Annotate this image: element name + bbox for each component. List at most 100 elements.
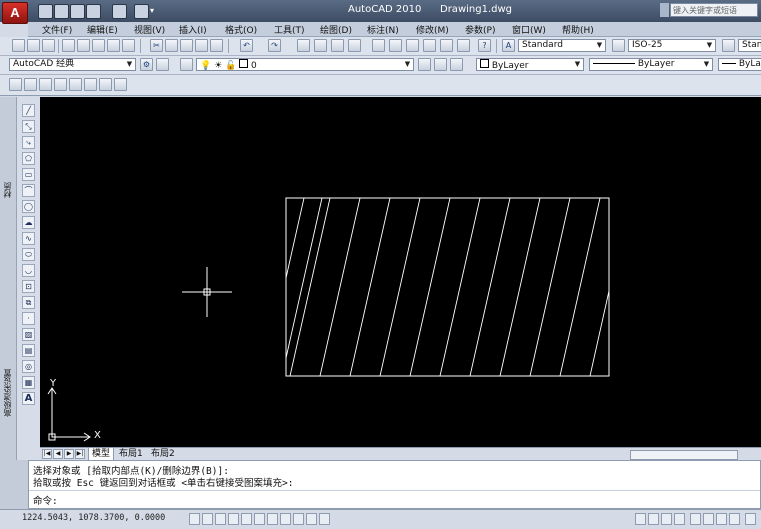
showmotion-icon[interactable]	[729, 513, 740, 525]
menu-insert[interactable]: 插入(I)	[179, 23, 207, 36]
open-file-icon[interactable]	[54, 4, 69, 19]
gradient-icon[interactable]: ▤	[22, 344, 35, 357]
open-icon[interactable]	[27, 39, 40, 52]
zoom-status-icon[interactable]	[703, 513, 714, 525]
menu-window[interactable]: 窗口(W)	[512, 23, 546, 36]
dim-style-icon[interactable]	[612, 39, 625, 52]
properties-icon[interactable]	[372, 39, 385, 52]
table-style-icon[interactable]	[722, 39, 735, 52]
quick-view-layouts-icon[interactable]	[661, 513, 672, 525]
tab-layout1[interactable]: 布局1	[116, 448, 146, 460]
new-file-icon[interactable]	[38, 4, 53, 19]
pan-status-icon[interactable]	[690, 513, 701, 525]
window-control-button[interactable]	[660, 3, 669, 17]
workspace-select[interactable]: AutoCAD 经典 ▼	[9, 58, 136, 71]
paste-icon[interactable]	[180, 39, 193, 52]
sheet-set-icon[interactable]	[423, 39, 436, 52]
polygon-icon[interactable]: ⬠	[22, 152, 35, 165]
zoom-realtime-icon[interactable]	[314, 39, 327, 52]
3d-dwf-icon[interactable]	[107, 39, 120, 52]
hatch-pattern[interactable]	[285, 197, 610, 377]
bottom-view-icon[interactable]	[39, 78, 52, 91]
menu-modify[interactable]: 修改(M)	[416, 23, 449, 36]
zoom-previous-icon[interactable]	[348, 39, 361, 52]
help-icon[interactable]: ?	[478, 39, 491, 52]
markup-manager-icon[interactable]	[440, 39, 453, 52]
front-view-icon[interactable]	[84, 78, 97, 91]
dim-style-select[interactable]: ISO-25 ▼	[628, 39, 716, 52]
iso-view-icon[interactable]	[114, 78, 127, 91]
3d-object-snap-icon[interactable]	[267, 513, 278, 525]
workspace-settings-icon[interactable]: ⚙	[140, 58, 153, 71]
block-editor-icon[interactable]	[210, 39, 223, 52]
design-center-icon[interactable]	[389, 39, 402, 52]
undo-icon[interactable]	[86, 4, 101, 19]
ellipse-arc-icon[interactable]: ◡	[22, 264, 35, 277]
first-tab-icon[interactable]: |◀	[42, 449, 52, 459]
publish-icon[interactable]	[92, 39, 105, 52]
construction-line-icon[interactable]: ⤡	[22, 120, 35, 133]
pan-icon[interactable]	[297, 39, 310, 52]
object-snap-tracking-icon[interactable]	[280, 513, 291, 525]
dynamic-ucs-icon[interactable]	[293, 513, 304, 525]
make-object-layer-current-icon[interactable]	[418, 58, 431, 71]
region-icon[interactable]: ◎	[22, 360, 35, 373]
table-style-select[interactable]: Stan	[738, 39, 761, 52]
hatch-boundary-rectangle[interactable]	[285, 197, 610, 377]
menu-edit[interactable]: 编辑(E)	[87, 23, 118, 36]
arc-icon[interactable]: ⌒	[22, 184, 35, 197]
dynamic-input-icon[interactable]	[306, 513, 317, 525]
menu-help[interactable]: 帮助(H)	[562, 23, 594, 36]
model-space-icon[interactable]	[635, 513, 646, 525]
line-icon[interactable]: ╱	[22, 104, 35, 117]
polar-tracking-icon[interactable]	[241, 513, 252, 525]
quick-access-dropdown-icon[interactable]: ▾	[150, 6, 154, 15]
lineweight-select[interactable]: ByLa	[718, 58, 761, 71]
layer-select[interactable]: 💡 ☀ 🔓 0 ▼	[196, 58, 414, 71]
back-view-icon[interactable]	[99, 78, 112, 91]
insert-block-icon[interactable]: ⊡	[22, 280, 35, 293]
layer-previous-icon[interactable]	[434, 58, 447, 71]
make-block-icon[interactable]: ⧉	[22, 296, 35, 309]
redo-icon[interactable]: ↷	[268, 39, 281, 52]
rectangle-icon[interactable]: ▭	[22, 168, 35, 181]
tool-palettes-icon[interactable]	[406, 39, 419, 52]
ellipse-icon[interactable]: ⬭	[22, 248, 35, 261]
spline-icon[interactable]: ∿	[22, 232, 35, 245]
top-view-icon[interactable]	[24, 78, 37, 91]
cut-icon[interactable]: ✂	[150, 39, 163, 52]
last-tab-icon[interactable]: ▶|	[75, 449, 85, 459]
plot-preview-icon[interactable]	[77, 39, 90, 52]
layout-icon[interactable]	[648, 513, 659, 525]
color-select[interactable]: ByLayer ▼	[476, 58, 584, 71]
layer-state-icon[interactable]	[450, 58, 463, 71]
print-icon[interactable]	[134, 4, 149, 19]
qnew-icon[interactable]	[12, 39, 25, 52]
menu-format[interactable]: 格式(O)	[225, 23, 257, 36]
menu-dimension[interactable]: 标注(N)	[367, 23, 399, 36]
snap-mode-icon[interactable]	[202, 513, 213, 525]
save-icon[interactable]	[42, 39, 55, 52]
table-icon[interactable]: ▦	[22, 376, 35, 389]
tab-layout2[interactable]: 布局2	[148, 448, 178, 460]
multiline-text-icon[interactable]: A	[22, 392, 35, 405]
menu-view[interactable]: 视图(V)	[134, 23, 165, 36]
workspace-switching-icon[interactable]	[745, 513, 756, 525]
text-style-icon[interactable]: A	[502, 39, 515, 52]
markup-icon[interactable]	[122, 39, 135, 52]
menu-tools[interactable]: 工具(T)	[274, 23, 305, 36]
object-snap-icon[interactable]	[254, 513, 265, 525]
coordinates-readout[interactable]: 1224.5043, 1078.3700, 0.0000	[22, 513, 165, 523]
prev-tab-icon[interactable]: ◀	[53, 449, 63, 459]
help-search-input[interactable]: 键入关键字或短语	[670, 3, 758, 17]
drawing-canvas[interactable]: Y X	[40, 97, 761, 447]
circle-icon[interactable]: ◯	[22, 200, 35, 213]
linetype-select[interactable]: ByLayer ▼	[589, 58, 713, 71]
lineweight-toggle-icon[interactable]	[319, 513, 330, 525]
match-properties-icon[interactable]	[195, 39, 208, 52]
menu-draw[interactable]: 绘图(D)	[320, 23, 352, 36]
text-style-select[interactable]: Standard ▼	[518, 39, 606, 52]
layer-properties-icon[interactable]	[180, 58, 193, 71]
copy-icon[interactable]	[165, 39, 178, 52]
materials-palette-label[interactable]: 材质	[2, 182, 13, 198]
